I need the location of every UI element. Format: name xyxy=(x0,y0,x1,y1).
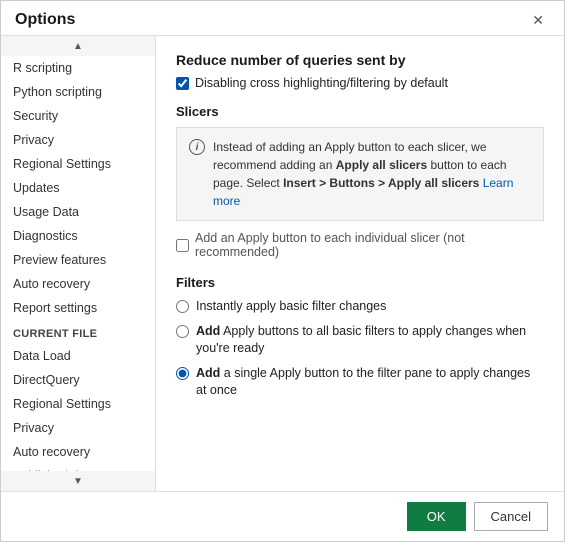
ok-button[interactable]: OK xyxy=(407,502,466,531)
sidebar-item-usage-data[interactable]: Usage Data xyxy=(1,200,155,224)
sidebar-item-privacy-cf[interactable]: Privacy xyxy=(1,416,155,440)
info-bold2: Insert > Buttons > Apply all slicers xyxy=(283,176,479,190)
filter-radio-instantly: Instantly apply basic filter changes xyxy=(176,298,544,316)
sidebar-item-diagnostics[interactable]: Diagnostics xyxy=(1,224,155,248)
filter-add-apply-label[interactable]: Add Apply buttons to all basic filters t… xyxy=(196,323,544,358)
add-apply-checkbox-label[interactable]: Add an Apply button to each individual s… xyxy=(195,231,544,259)
sidebar-item-python-scripting[interactable]: Python scripting xyxy=(1,80,155,104)
filter-radio-single-apply: Add a single Apply button to the filter … xyxy=(176,365,544,400)
info-icon: i xyxy=(189,139,205,155)
sidebar-global-section: R scriptingPython scriptingSecurityPriva… xyxy=(1,56,155,320)
filters-title: Filters xyxy=(176,275,544,290)
sidebar-scroll-area: R scriptingPython scriptingSecurityPriva… xyxy=(1,56,155,471)
add-apply-checkbox-row: Add an Apply button to each individual s… xyxy=(176,231,544,259)
sidebar-current-file-section: Data LoadDirectQueryRegional SettingsPri… xyxy=(1,344,155,471)
cancel-button[interactable]: Cancel xyxy=(474,502,548,531)
dialog-footer: OK Cancel xyxy=(1,491,564,541)
filters-section: Filters Instantly apply basic filter cha… xyxy=(176,275,544,400)
slicers-title: Slicers xyxy=(176,104,544,119)
filter-radio-add-apply: Add Apply buttons to all basic filters t… xyxy=(176,323,544,358)
title-bar: Options ✕ xyxy=(1,1,564,35)
page-title: Reduce number of queries sent by xyxy=(176,52,544,68)
filter-add-apply-radio[interactable] xyxy=(176,325,189,338)
info-bold1: Apply all slicers xyxy=(336,158,427,172)
sidebar-item-preview-features[interactable]: Preview features xyxy=(1,248,155,272)
slicers-info-box: i Instead of adding an Apply button to e… xyxy=(176,127,544,221)
filter-single-apply-radio[interactable] xyxy=(176,367,189,380)
sidebar-item-auto-recovery-cf[interactable]: Auto recovery xyxy=(1,440,155,464)
add-apply-checkbox[interactable] xyxy=(176,239,189,252)
scroll-up-button[interactable]: ▲ xyxy=(1,36,155,56)
filter-instantly-label[interactable]: Instantly apply basic filter changes xyxy=(196,298,386,316)
dialog-title: Options xyxy=(15,11,75,29)
sidebar-item-updates[interactable]: Updates xyxy=(1,176,155,200)
current-file-header: CURRENT FILE xyxy=(1,320,155,344)
disabling-checkbox[interactable] xyxy=(176,77,189,90)
disabling-checkbox-label[interactable]: Disabling cross highlighting/filtering b… xyxy=(195,76,448,90)
close-button[interactable]: ✕ xyxy=(526,11,550,29)
scroll-down-button[interactable]: ▼ xyxy=(1,471,155,491)
sidebar-item-data-load[interactable]: Data Load xyxy=(1,344,155,368)
sidebar: ▲ R scriptingPython scriptingSecurityPri… xyxy=(1,36,156,491)
sidebar-item-published-dataset[interactable]: Published dataset set... xyxy=(1,464,155,471)
sidebar-item-privacy[interactable]: Privacy xyxy=(1,128,155,152)
sidebar-item-regional-settings[interactable]: Regional Settings xyxy=(1,152,155,176)
sidebar-item-direct-query[interactable]: DirectQuery xyxy=(1,368,155,392)
sidebar-item-report-settings[interactable]: Report settings xyxy=(1,296,155,320)
sidebar-item-security[interactable]: Security xyxy=(1,104,155,128)
sidebar-item-auto-recovery[interactable]: Auto recovery xyxy=(1,272,155,296)
options-dialog: Options ✕ ▲ R scriptingPython scriptingS… xyxy=(0,0,565,542)
main-content: Reduce number of queries sent by Disabli… xyxy=(156,36,564,491)
disabling-checkbox-row: Disabling cross highlighting/filtering b… xyxy=(176,76,544,90)
filter-instantly-radio[interactable] xyxy=(176,300,189,313)
info-text: Instead of adding an Apply button to eac… xyxy=(213,138,531,210)
filter-single-apply-label[interactable]: Add a single Apply button to the filter … xyxy=(196,365,544,400)
sidebar-item-regional-settings-cf[interactable]: Regional Settings xyxy=(1,392,155,416)
sidebar-item-r-scripting[interactable]: R scripting xyxy=(1,56,155,80)
dialog-body: ▲ R scriptingPython scriptingSecurityPri… xyxy=(1,35,564,491)
